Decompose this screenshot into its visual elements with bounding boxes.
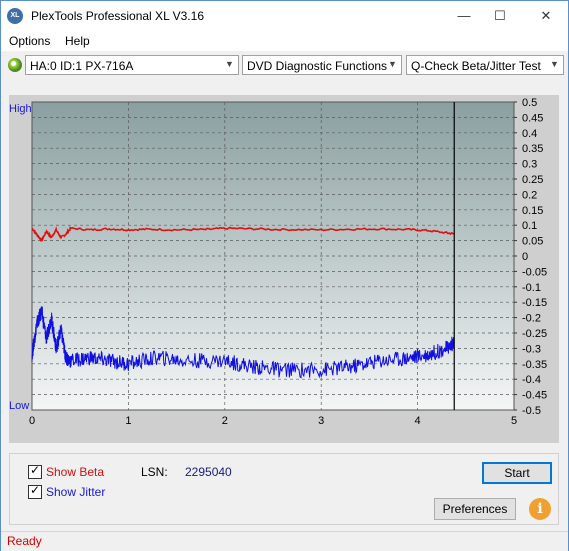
x-tick-label: 5 [511, 415, 517, 427]
menu-bar: Options Help [1, 31, 568, 51]
right-tick-label: 0.25 [522, 174, 543, 186]
menu-options[interactable]: Options [9, 34, 50, 48]
toolbar: HA:0 ID:1 PX-716A ▼ DVD Diagnostic Funct… [1, 52, 568, 79]
lsn-value: 2295040 [185, 465, 232, 479]
right-tick-label: 0.45 [522, 112, 543, 124]
x-tick-label: 0 [29, 415, 35, 427]
preferences-button[interactable]: Preferences [434, 498, 516, 520]
chart-panel: High Low 0.5 0.45 0.4 0.35 0.3 0.25 0.2 0.15 0.1… [9, 95, 559, 443]
maximize-icon[interactable]: ☐ [485, 5, 515, 27]
title-bar[interactable]: XL PlexTools Professional XL V3.16 — ☐ ✕ [1, 1, 568, 31]
start-button[interactable]: Start [482, 462, 552, 484]
controls-panel: Show Beta Show Jitter LSN: 2295040 Start… [9, 453, 559, 525]
right-tick-label: -0.2 [522, 313, 541, 325]
drive-select[interactable]: HA:0 ID:1 PX-716A ▼ [25, 55, 239, 75]
right-tick-label: 0.2 [522, 189, 537, 201]
test-select-value: Q-Check Beta/Jitter Test [411, 59, 541, 73]
x-tick-label: 4 [415, 415, 421, 427]
x-tick-label: 2 [222, 415, 228, 427]
function-select[interactable]: DVD Diagnostic Functions ▼ [242, 55, 402, 75]
show-beta-checkbox[interactable] [28, 463, 42, 479]
app-window: XL PlexTools Professional XL V3.16 — ☐ ✕… [0, 0, 569, 551]
right-tick-label: 0.4 [522, 128, 537, 140]
test-select[interactable]: Q-Check Beta/Jitter Test ▼ [406, 55, 564, 75]
chevron-down-icon: ▼ [225, 59, 234, 69]
right-tick-label: -0.4 [522, 374, 541, 386]
function-select-value: DVD Diagnostic Functions [247, 59, 388, 73]
right-tick-label: 0.3 [522, 159, 537, 171]
x-tick-label: 3 [318, 415, 324, 427]
menu-help[interactable]: Help [65, 34, 90, 48]
right-tick-label: -0.25 [522, 328, 547, 340]
chevron-down-icon: ▼ [388, 59, 397, 69]
right-tick-label: 0.5 [522, 97, 537, 109]
status-text: Ready [7, 534, 42, 548]
right-tick-label: -0.05 [522, 266, 547, 278]
minimize-icon[interactable]: — [449, 5, 479, 27]
show-jitter-checkbox[interactable] [28, 483, 42, 499]
info-icon[interactable]: i [529, 498, 551, 520]
disc-drive-icon [8, 58, 22, 72]
right-tick-label: -0.5 [522, 405, 541, 417]
x-tick-label: 1 [125, 415, 131, 427]
right-tick-label: 0.05 [522, 236, 543, 248]
status-bar: Ready [1, 531, 568, 551]
right-tick-label: 0.35 [522, 143, 543, 155]
right-tick-label: 0 [522, 251, 528, 263]
right-tick-label: -0.35 [522, 359, 547, 371]
right-tick-label: 0.15 [522, 205, 543, 217]
right-tick-label: 0.1 [522, 220, 537, 232]
right-tick-label: -0.45 [522, 390, 547, 402]
right-tick-label: -0.3 [522, 343, 541, 355]
show-jitter-label[interactable]: Show Jitter [46, 485, 105, 499]
close-icon[interactable]: ✕ [531, 5, 561, 27]
app-logo-icon: XL [7, 8, 23, 24]
right-tick-label: -0.1 [522, 282, 541, 294]
lsn-label: LSN: [141, 465, 168, 479]
window-title: PlexTools Professional XL V3.16 [31, 9, 204, 23]
right-tick-label: -0.15 [522, 297, 547, 309]
beta-jitter-chart: 0.5 0.45 0.4 0.35 0.3 0.25 0.2 0.15 0.1 0.05 0 -0.0… [29, 97, 547, 427]
chevron-down-icon: ▼ [550, 59, 559, 69]
drive-select-value: HA:0 ID:1 PX-716A [30, 59, 134, 73]
show-beta-label[interactable]: Show Beta [46, 465, 104, 479]
